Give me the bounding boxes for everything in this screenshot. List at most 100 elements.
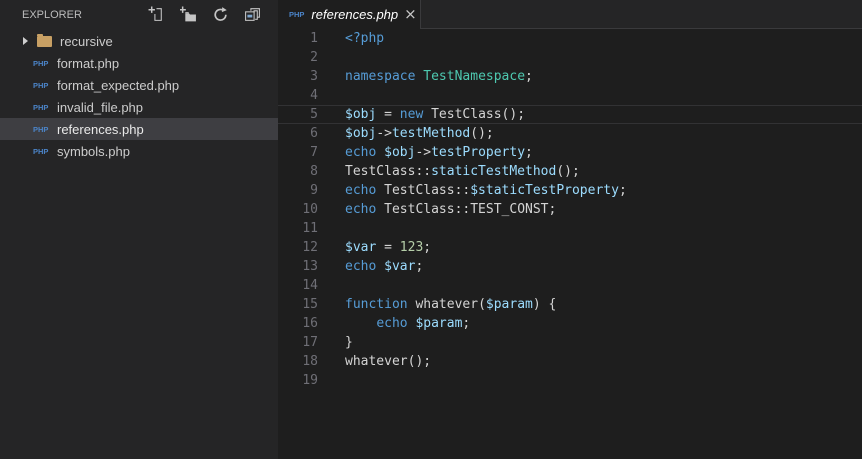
code-line[interactable]: 7 echo $obj->testProperty; xyxy=(278,143,862,162)
file-tree: recursive PHP format.php PHP format_expe… xyxy=(0,29,278,162)
code-line[interactable]: 11 xyxy=(278,219,862,238)
line-number: 18 xyxy=(302,354,318,369)
code-line[interactable]: 3 namespace TestNamespace; xyxy=(278,67,862,86)
tree-file-references-php[interactable]: PHP references.php xyxy=(0,118,278,140)
file-name: invalid_file.php xyxy=(57,99,144,115)
tree-folder-recursive[interactable]: recursive xyxy=(0,30,278,52)
code-line[interactable]: 1 <?php xyxy=(278,29,862,48)
tree-file-format-php[interactable]: PHP format.php xyxy=(0,52,278,74)
close-tab-icon[interactable]: × xyxy=(404,7,417,22)
code-line[interactable]: 4 xyxy=(278,86,862,105)
line-number: 8 xyxy=(310,164,318,179)
tab-references-php[interactable]: PHP references.php × xyxy=(278,0,421,29)
token-def: ; xyxy=(423,240,432,255)
code-line[interactable]: 9 echo TestClass::$staticTestProperty; xyxy=(278,181,862,200)
token-def: TestClass:: xyxy=(345,164,432,179)
code-lines[interactable]: 1 <?php 2 3 namespace TestNamespace; 4 5… xyxy=(278,29,862,459)
code-text: echo $param; xyxy=(345,314,862,333)
line-number: 12 xyxy=(302,240,318,255)
code-text: <?php xyxy=(345,29,862,48)
token-var: $obj xyxy=(345,107,377,122)
code-line[interactable]: 8 TestClass::staticTestMethod(); xyxy=(278,162,862,181)
tree-file-invalid-file-php[interactable]: PHP invalid_file.php xyxy=(0,96,278,118)
php-file-icon: PHP xyxy=(33,80,49,90)
line-number: 7 xyxy=(310,145,318,160)
folder-name: recursive xyxy=(60,33,113,49)
tab-label: references.php xyxy=(311,7,399,22)
code-line[interactable]: 12 $var = 123; xyxy=(278,238,862,257)
new-file-button[interactable] xyxy=(148,6,165,23)
token-var: $var xyxy=(384,259,416,274)
collapse-all-button[interactable] xyxy=(244,6,261,23)
line-number: 1 xyxy=(310,31,318,46)
tab-bar: PHP references.php × xyxy=(278,0,862,29)
line-number: 3 xyxy=(310,69,318,84)
token-def: whatever( xyxy=(407,297,486,312)
new-folder-button[interactable] xyxy=(180,6,197,23)
token-def: TestClass::TEST_CONST; xyxy=(376,202,557,217)
code-line[interactable]: 17 } xyxy=(278,333,862,352)
code-line[interactable]: 13 echo $var; xyxy=(278,257,862,276)
folder-icon xyxy=(37,33,52,47)
code-text: whatever(); xyxy=(345,352,862,371)
code-line[interactable]: 14 xyxy=(278,276,862,295)
code-line[interactable]: 16 echo $param; xyxy=(278,314,862,333)
token-def xyxy=(376,145,384,160)
explorer-actions xyxy=(148,6,261,23)
line-number: 17 xyxy=(302,335,318,350)
line-number: 5 xyxy=(310,107,318,122)
line-number: 16 xyxy=(302,316,318,331)
token-def: ; xyxy=(618,183,627,198)
code-line[interactable]: 2 xyxy=(278,48,862,67)
tree-file-symbols-php[interactable]: PHP symbols.php xyxy=(0,140,278,162)
token-def: TestClass:: xyxy=(376,183,471,198)
token-def: ; xyxy=(462,316,471,331)
line-number: 6 xyxy=(310,126,318,141)
token-def: (); xyxy=(470,126,494,141)
code-text: echo $obj->testProperty; xyxy=(345,143,862,162)
token-def: ; xyxy=(415,259,424,274)
token-kw: echo xyxy=(345,145,377,160)
refresh-icon xyxy=(212,6,229,23)
token-var: testMethod xyxy=(391,126,471,141)
code-line[interactable]: 5 $obj = new TestClass(); xyxy=(278,105,862,124)
token-var: $obj xyxy=(384,145,416,160)
tree-file-format-expected-php[interactable]: PHP format_expected.php xyxy=(0,74,278,96)
code-line[interactable]: 6 $obj->testMethod(); xyxy=(278,124,862,143)
code-line[interactable]: 10 echo TestClass::TEST_CONST; xyxy=(278,200,862,219)
php-file-icon: PHP xyxy=(33,124,49,134)
code-text: } xyxy=(345,333,862,352)
token-def: -> xyxy=(415,145,432,160)
php-file-icon: PHP xyxy=(33,102,49,112)
line-number: 13 xyxy=(302,259,318,274)
token-var: $param xyxy=(485,297,533,312)
new-file-icon xyxy=(148,6,165,23)
code-line[interactable]: 18 whatever(); xyxy=(278,352,862,371)
token-kw: echo xyxy=(345,183,377,198)
token-kw: new xyxy=(399,107,424,122)
php-file-icon: PHP xyxy=(33,146,49,156)
line-number: 14 xyxy=(302,278,318,293)
code-text: function whatever($param) { xyxy=(345,295,862,314)
token-kw: echo xyxy=(345,259,377,274)
token-kw: namespace xyxy=(345,69,416,84)
vscode-window: EXPLORER recursive PHP format.php PHP fo… xyxy=(0,0,862,459)
token-kw: function xyxy=(345,297,408,312)
collapse-all-icon xyxy=(244,6,261,23)
token-var: $obj xyxy=(345,126,377,141)
code-line[interactable]: 19 xyxy=(278,371,862,390)
line-number: 9 xyxy=(310,183,318,198)
code-text: $var = 123; xyxy=(345,238,862,257)
token-kw: echo xyxy=(376,316,408,331)
line-number: 10 xyxy=(302,202,318,217)
code-line[interactable]: 15 function whatever($param) { xyxy=(278,295,862,314)
code-text: echo $var; xyxy=(345,257,862,276)
token-def: } xyxy=(345,335,353,350)
refresh-button[interactable] xyxy=(212,6,229,23)
token-kw: <?php xyxy=(345,31,385,46)
line-number: 11 xyxy=(302,221,318,236)
